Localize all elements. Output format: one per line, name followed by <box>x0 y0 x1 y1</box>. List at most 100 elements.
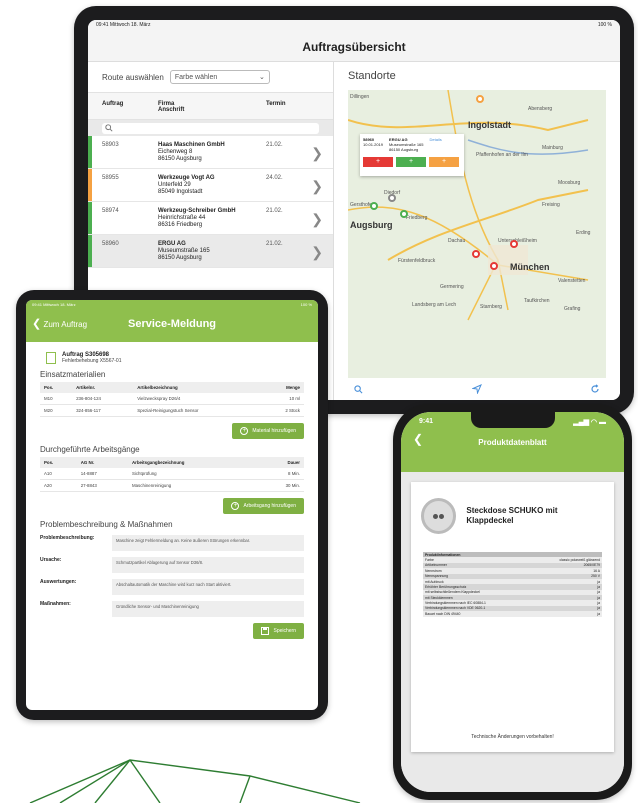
col-header: Pos. <box>40 382 73 393</box>
table-row[interactable]: M20 324-856-117 Spezial-Reinigungstuch Sen… <box>40 404 304 417</box>
map-pin-green[interactable] <box>370 202 378 210</box>
back-label: Zum Auftrag <box>43 320 88 329</box>
order-number: 58974 <box>102 208 119 214</box>
table-row-selected[interactable]: 58960 ERGU AG Museumstraße 165 86150 Augsb… <box>88 235 333 268</box>
status-stripe <box>88 169 92 201</box>
search-input[interactable] <box>102 122 319 134</box>
map-label: Augsburg <box>350 220 393 230</box>
company-name: Werkzeug-Schreiber GmbH <box>158 208 236 214</box>
table-row[interactable]: M10 236-804-124 Vielzweckspray D26/4 10 ml <box>40 393 304 405</box>
col-header: Artikelnr. <box>72 382 134 393</box>
add-material-button[interactable]: + Material hinzufügen <box>232 423 304 439</box>
map-label: Landsberg am Lech <box>412 302 457 308</box>
status-bar: 09:41 Mittwoch 18. März 100 % <box>88 20 620 32</box>
chevron-right-icon[interactable]: ❯ <box>311 244 323 261</box>
details-link[interactable]: Details <box>430 137 442 152</box>
map-label: Valenstetten <box>558 278 586 284</box>
status-time: 09:41 Mittwoch 18. März <box>96 22 151 28</box>
street: Museumstraße 165 <box>158 248 210 254</box>
table-row[interactable]: 58955 Werkzeuge Vogt AG Unterfeld 29 85049… <box>88 169 333 202</box>
add-red-button[interactable]: + <box>363 157 393 167</box>
battery-status: 100 % <box>300 302 312 307</box>
street: Unterfeld 29 <box>158 182 191 188</box>
map-label: Taufkirchen <box>524 298 550 304</box>
popup-date: 10.01.2019 <box>363 142 384 147</box>
company-name: ERGU AG <box>158 241 186 247</box>
table-row[interactable]: A20 27-8843 Maschinenreinigung 30 Min. <box>40 479 304 492</box>
chevron-right-icon[interactable]: ❯ <box>311 211 323 228</box>
table-row[interactable]: 58903 Haas Maschinen GmbH Eichenweg 8 8615… <box>88 136 333 169</box>
location-arrow-icon[interactable] <box>471 384 482 394</box>
section-title: Problembeschreibung & Maßnahmen <box>40 520 173 529</box>
map-label: Friedberg <box>406 215 428 221</box>
order-number: 58903 <box>102 142 119 148</box>
table-header: Auftrag Firma Anschrift Termin <box>88 92 333 120</box>
back-button[interactable]: ❮ Zum Auftrag <box>32 317 87 330</box>
save-button[interactable]: Speichern <box>253 623 304 639</box>
map-pin-red[interactable] <box>472 250 480 258</box>
city: 86150 Augsburg <box>158 255 202 261</box>
color-select[interactable]: Farbe wählen ⌄ <box>169 70 270 84</box>
problem-description-field[interactable]: Maschine zeigt Fehlermeldung an. Keine ä… <box>112 535 304 551</box>
map-label: Mainburg <box>542 145 563 151</box>
city: 86316 Friedberg <box>158 222 203 228</box>
map-label: Grafing <box>564 306 581 312</box>
map-pin-red[interactable] <box>490 262 498 270</box>
spec-table: Produktinformationen Farbe classic polarw… <box>423 552 602 617</box>
map-label: Fürstenfeldbruck <box>398 258 436 264</box>
col-date: Termin <box>266 101 286 107</box>
map-label: Moosburg <box>558 180 581 186</box>
header: 9:41 ▂▄▆ ◠ ▬ ❮ Produktdatenblatt <box>401 412 624 472</box>
map-pin-red[interactable] <box>510 240 518 248</box>
table-row[interactable]: 58974 Werkzeug-Schreiber GmbH Heinrichstr… <box>88 202 333 235</box>
plus-circle-icon: + <box>231 502 240 510</box>
map-popup: 58960 10.01.2019 ERGU AG Museumstraße 165 8… <box>360 134 464 176</box>
status-time: 09:41 Mittwoch 18. März <box>32 302 76 307</box>
map-label: Abensberg <box>528 106 553 112</box>
product-name: Steckdose SCHUKO mit Klappdeckel <box>466 506 558 525</box>
tablet-screen: 09:41 Mittwoch 18. März 100 % ❮ Zum Auft… <box>26 300 318 710</box>
popup-city: 86150 Augsburg <box>389 147 419 152</box>
col-header: Dauer <box>256 457 304 468</box>
date: 21.02. <box>266 142 283 148</box>
cause-field[interactable]: Schmutzpartikel Ablagerung auf Sensor D3… <box>112 557 304 573</box>
add-orange-button[interactable]: + <box>429 157 459 167</box>
status-stripe <box>88 235 92 267</box>
battery-status: 100 % <box>597 22 612 28</box>
page-title: Auftragsübersicht <box>88 32 620 62</box>
chevron-right-icon[interactable]: ❯ <box>311 178 323 195</box>
page-title: Produktdatenblatt <box>478 438 547 447</box>
product-data-sheet[interactable]: Steckdose SCHUKO mit Klappdeckel Produkt… <box>411 482 614 752</box>
map[interactable]: Dillingen Abensberg Ingolstadt Mainburg … <box>348 90 606 378</box>
map-pin-orange[interactable] <box>476 95 484 103</box>
add-green-button[interactable]: + <box>396 157 426 167</box>
add-work-step-button[interactable]: + Arbeitsgang hinzufügen <box>223 498 304 514</box>
col-header: Pos. <box>40 457 77 468</box>
section-title: Durchgeführte Arbeitsgänge <box>40 445 140 454</box>
map-label: Erding <box>576 230 591 236</box>
company-name: Werkzeuge Vogt AG <box>158 175 215 181</box>
back-button[interactable]: ❮ <box>413 432 423 446</box>
status-stripe <box>88 202 92 234</box>
map-label: Dillingen <box>350 94 370 100</box>
field-label: Problembeschreibung: <box>40 535 95 541</box>
map-pin-grey[interactable] <box>388 194 396 202</box>
evaluation-field[interactable]: Abschaltautomatik der Maschine wird kurz… <box>112 579 304 595</box>
measures-field[interactable]: Gründliche Sensor- und Maschinenreinigun… <box>112 601 304 617</box>
work-table: Pos. AG Nr. Arbeitsgangbezeichnung Dauer A1… <box>40 457 304 492</box>
map-pin-green[interactable] <box>400 210 408 218</box>
status-stripe <box>88 136 92 168</box>
table-row[interactable]: A10 14-8887 Sichtprüfung 8 Min. <box>40 468 304 480</box>
map-label: Ingolstadt <box>468 120 511 130</box>
search-icon[interactable] <box>354 384 363 394</box>
chevron-right-icon[interactable]: ❯ <box>311 145 323 162</box>
map-panel: Standorte Dillingen Abensberg Ingolstadt <box>334 62 620 400</box>
map-label: Starnberg <box>480 304 502 310</box>
color-select-value: Farbe wählen <box>174 73 218 81</box>
refresh-icon[interactable] <box>590 384 600 394</box>
route-label: Route auswählen <box>102 72 164 82</box>
order-subtitle: Fehlerbehebung X5567-01 <box>62 358 122 364</box>
col-order: Auftrag <box>102 101 124 107</box>
date: 21.02. <box>266 208 283 214</box>
plus-circle-icon: + <box>240 427 249 435</box>
